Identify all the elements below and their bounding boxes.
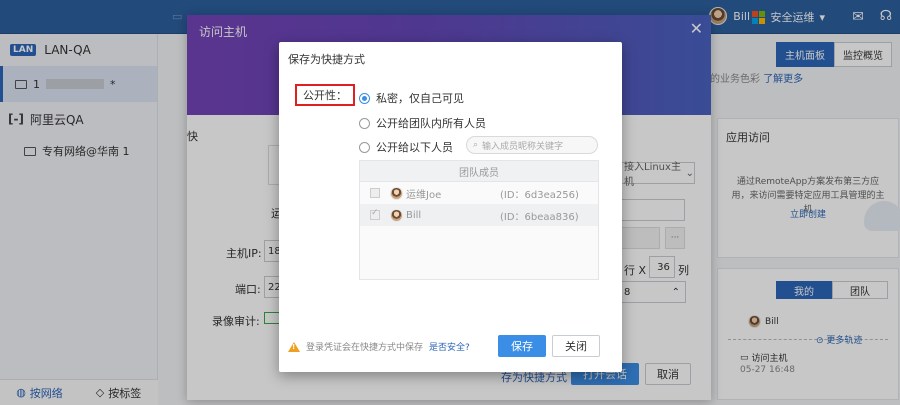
member-name: Bill (406, 209, 422, 221)
radio-private[interactable]: 私密，仅自己可见 (359, 90, 464, 106)
warning-text: 登录凭证会在快捷方式中保存 (306, 343, 424, 353)
table-header: 团队成员 (360, 161, 598, 182)
radio-label: 公开给团队内所有人员 (376, 117, 486, 130)
search-placeholder: 输入成员昵称关键字 (482, 141, 564, 152)
save-button[interactable]: 保存 (498, 335, 546, 357)
radio-button[interactable] (359, 92, 370, 104)
publicity-label: 公开性： (295, 84, 355, 106)
close-button[interactable]: 关闭 (552, 335, 600, 357)
warning-icon (288, 341, 300, 352)
member-checkbox[interactable] (370, 188, 380, 198)
table-row: Bill (ID：6beaa836) (360, 204, 598, 226)
radio-label: 公开给以下人员 (376, 141, 453, 154)
table-row: 运维Joe (ID：6d3ea256) (360, 182, 598, 204)
radio-selected-members[interactable]: 公开给以下人员 (359, 139, 453, 155)
member-table: 团队成员 运维Joe (ID：6d3ea256) Bill (ID：6beaa8… (359, 160, 599, 280)
avatar (390, 186, 403, 200)
radio-button[interactable] (359, 141, 370, 153)
member-name: 运维Joe (406, 189, 442, 201)
radio-button[interactable] (359, 117, 370, 129)
avatar (390, 208, 403, 222)
save-shortcut-dialog: 保存为快捷方式 公开性： 私密，仅自己可见 公开给团队内所有人员 公开给以下人员… (279, 42, 622, 372)
member-id: (ID：6d3ea256) (500, 189, 579, 201)
member-search-input[interactable]: ⌕ 输入成员昵称关键字 (466, 136, 598, 154)
radio-team-all[interactable]: 公开给团队内所有人员 (359, 115, 486, 131)
search-icon: ⌕ (473, 140, 479, 150)
dialog-title: 保存为快捷方式 (288, 53, 365, 66)
radio-label: 私密，仅自己可见 (376, 92, 464, 105)
is-safe-link[interactable]: 是否安全? (429, 340, 470, 353)
member-id: (ID：6beaa836) (500, 211, 579, 223)
security-warning: 登录凭证会在快捷方式中保存 是否安全? (288, 340, 470, 353)
member-checkbox[interactable] (370, 208, 380, 220)
